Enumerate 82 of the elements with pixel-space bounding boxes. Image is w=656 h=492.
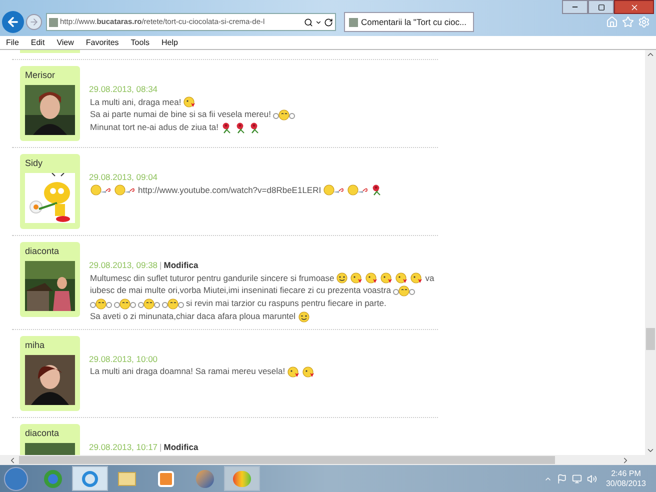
smiley-icon — [336, 272, 348, 284]
taskbar-button[interactable] — [72, 466, 108, 491]
scroll-thumb[interactable] — [19, 456, 555, 464]
close-icon — [630, 2, 638, 12]
hugging-smiley-icon — [162, 298, 184, 310]
comment-text: Minunat tort ne-ai adus de ziua ta! — [90, 122, 219, 132]
party-smiley-icon — [347, 184, 370, 196]
scroll-thumb[interactable] — [646, 328, 655, 350]
start-button[interactable] — [4, 466, 28, 490]
party-smiley-icon — [114, 184, 136, 196]
comment-text: va — [425, 272, 434, 282]
horizontal-scrollbar[interactable] — [0, 455, 656, 465]
maximize-button[interactable] — [588, 0, 614, 14]
menu-item[interactable]: File — [6, 36, 19, 48]
comment-date: 29.08.2013, 08:34 — [89, 83, 158, 96]
comment-text: Multumesc din suflet tuturor pentru gandurile sincere si frumoase — [90, 272, 334, 282]
hugging-smiley-icon — [272, 109, 295, 121]
home-icon[interactable] — [606, 16, 618, 28]
menu-item[interactable]: Favorites — [86, 36, 119, 48]
comment-text: La multi ani draga doamna! Sa ramai mereu vesela! — [90, 366, 286, 376]
separator-text: | — [160, 440, 162, 453]
author-name: miha — [25, 340, 46, 350]
taskbar-button[interactable] — [224, 466, 260, 491]
refresh-icon[interactable] — [324, 18, 333, 26]
author-name: diaconta — [25, 428, 60, 438]
comment-date: 29.08.2013, 10:00 — [89, 352, 158, 365]
back-button[interactable] — [2, 11, 24, 33]
comment-text: La multi ani, draga mea! — [90, 96, 182, 106]
scroll-right-icon[interactable] — [621, 456, 630, 464]
forward-button[interactable] — [26, 14, 42, 30]
scroll-left-icon[interactable] — [8, 456, 17, 464]
search-icon[interactable] — [304, 18, 313, 26]
flag-icon[interactable] — [556, 474, 567, 484]
maximize-icon — [598, 4, 604, 10]
network-icon[interactable] — [572, 474, 582, 484]
comment-date: 29.08.2013, 09:38 — [89, 259, 158, 272]
internet-explorer-icon — [82, 470, 98, 486]
vertical-scrollbar[interactable] — [645, 50, 656, 455]
media-player-icon[interactable] — [158, 470, 174, 486]
smiley-icon — [298, 310, 310, 322]
browser-tab[interactable]: Comentarii la "Tort cu cioc... — [344, 12, 474, 32]
rose-icon — [234, 122, 247, 134]
comment-card — [20, 50, 80, 53]
comment-text: http://www.youtube.com/watch?v=d8RbeE1LERI — [138, 184, 322, 194]
comment-text: si revin mai tarzior cu raspuns pentru fiecare in parte. — [186, 298, 386, 308]
volume-icon[interactable] — [586, 474, 597, 484]
forward-arrow-icon — [29, 17, 39, 27]
comment-text: iubesc de mai multe ori,vorba Miutei,imi inseninati fiecare zi cu prezenta voastra — [90, 285, 391, 296]
firefox-icon[interactable] — [196, 470, 214, 488]
menu-item[interactable]: View — [56, 36, 74, 48]
author-name: Merisor — [25, 70, 56, 81]
edit-link[interactable]: Modifica — [164, 259, 198, 272]
menu-item[interactable]: Edit — [30, 36, 45, 48]
scroll-down-icon[interactable] — [646, 446, 655, 455]
caret-icon[interactable] — [315, 18, 322, 26]
settings-icon[interactable] — [638, 16, 650, 28]
windows-logo-icon — [233, 470, 251, 486]
tab-title: Comentarii la "Tort cu cioc... — [361, 16, 467, 28]
page-icon — [49, 18, 58, 26]
separator-text: | — [160, 259, 162, 272]
close-button[interactable] — [614, 0, 654, 14]
folder-icon[interactable] — [118, 472, 136, 486]
scroll-up-icon[interactable] — [646, 50, 655, 59]
author-name: diaconta — [25, 246, 60, 257]
rose-icon — [248, 122, 261, 134]
menu-item[interactable]: Tools — [130, 36, 150, 48]
comment-date: 29.08.2013, 10:17 — [89, 440, 158, 453]
page-icon — [349, 18, 358, 26]
comment-date: 29.08.2013, 09:04 — [89, 171, 158, 184]
hugging-smiley-icon — [90, 298, 112, 310]
party-smiley-icon — [323, 184, 346, 196]
hugging-smiley-icon — [138, 298, 160, 310]
edit-link[interactable]: Modifica — [164, 440, 198, 453]
comment-text: Sa ai parte numai de bine si sa fii vesela mereu! — [90, 109, 271, 120]
party-smiley-icon — [90, 184, 112, 196]
comment-text: Sa aveti o zi minunata,chiar daca afara ploua maruntel — [90, 310, 296, 321]
hugging-smiley-icon — [392, 285, 415, 297]
rose-icon — [220, 122, 233, 134]
menu-item[interactable]: Help — [161, 36, 178, 48]
favorites-icon[interactable] — [622, 16, 634, 28]
author-name: Sidy — [25, 158, 44, 169]
hugging-smiley-icon — [114, 298, 136, 310]
